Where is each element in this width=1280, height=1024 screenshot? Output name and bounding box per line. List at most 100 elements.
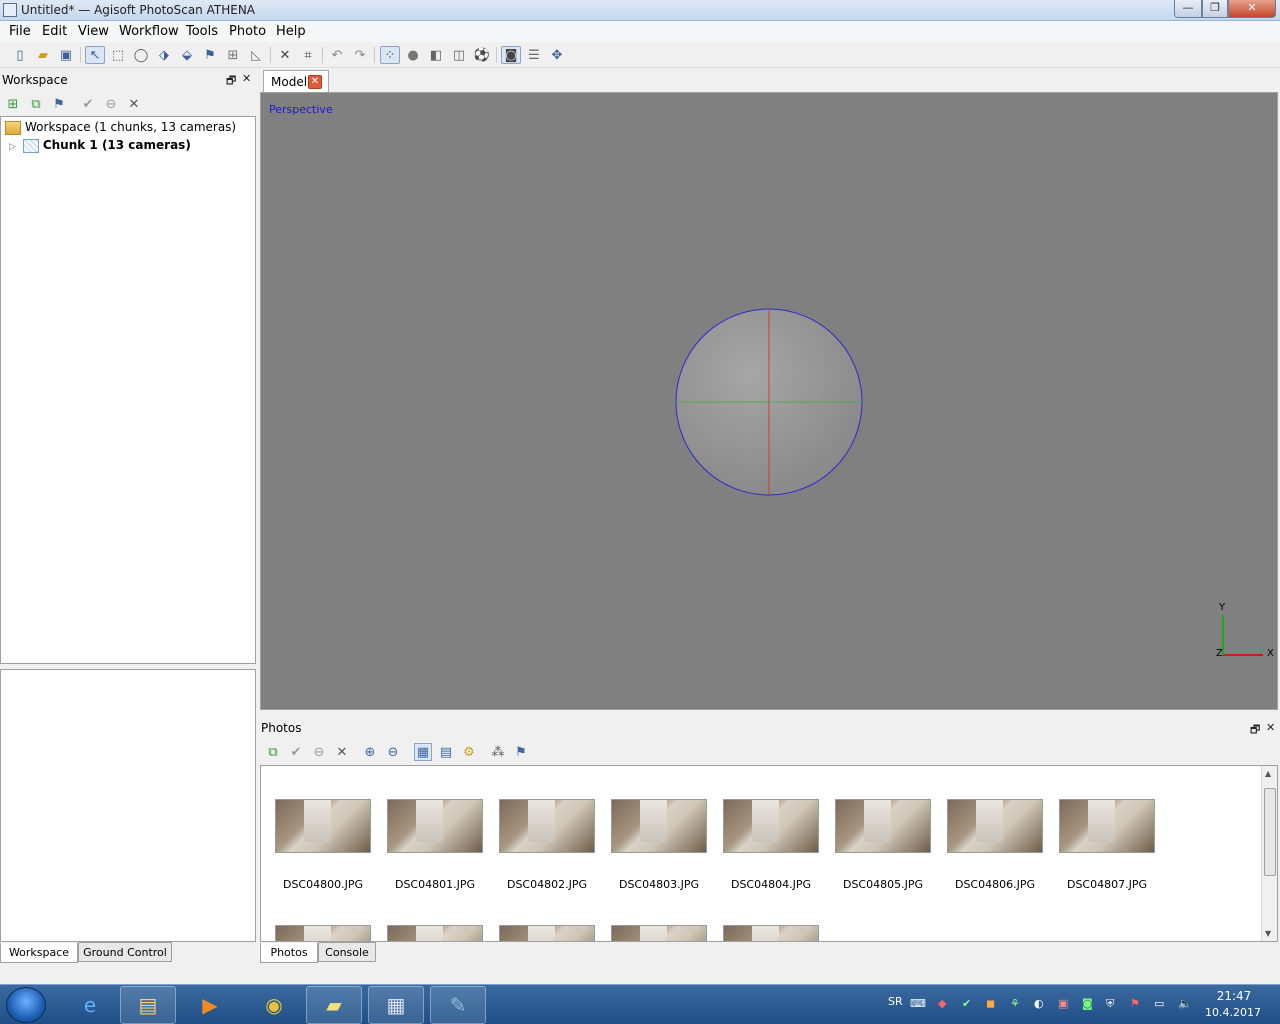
- scroll-down-icon[interactable]: ▼: [1265, 929, 1271, 938]
- filter-by-markers-icon[interactable]: ⁂: [489, 743, 507, 761]
- float-panel-icon[interactable]: 🗗: [226, 72, 236, 91]
- photo-thumbnail[interactable]: [1059, 799, 1155, 853]
- wireframe-model-icon[interactable]: ◫: [449, 46, 469, 64]
- photo-thumbnail[interactable]: [387, 799, 483, 853]
- clock-time[interactable]: 21:47: [1212, 989, 1256, 1003]
- network-icon[interactable]: ▭: [1154, 997, 1164, 1010]
- disable-icon[interactable]: ⊖: [102, 95, 120, 113]
- remove-icon[interactable]: ✕: [125, 95, 143, 113]
- tab-console[interactable]: Console: [318, 942, 376, 962]
- tab-ground-control[interactable]: Ground Control: [78, 942, 172, 962]
- photo-thumbnail[interactable]: [499, 925, 595, 941]
- tray-app-icon[interactable]: ▣: [1058, 997, 1068, 1010]
- details-view-icon[interactable]: ▤: [437, 743, 455, 761]
- shaded-model-icon[interactable]: ●: [403, 46, 423, 64]
- redo-icon[interactable]: ↷: [350, 46, 370, 64]
- tray-app-icon[interactable]: ✔: [962, 997, 971, 1010]
- antivirus-icon[interactable]: ⛨: [1106, 997, 1114, 1011]
- rectangle-selection-icon[interactable]: ⬚: [108, 46, 128, 64]
- show-cameras-icon[interactable]: ◙: [501, 46, 521, 64]
- solid-model-icon[interactable]: ◧: [426, 46, 446, 64]
- start-button[interactable]: [6, 987, 46, 1023]
- language-indicator[interactable]: SR: [888, 995, 903, 1008]
- tree-row-chunk[interactable]: ▷ Chunk 1 (13 cameras): [9, 138, 191, 156]
- photo-thumbnail[interactable]: [723, 925, 819, 941]
- point-cloud-icon[interactable]: ⁘: [380, 46, 400, 64]
- sticky-notes-icon[interactable]: ▰: [306, 986, 362, 1024]
- tray-app-icon[interactable]: ◐: [1034, 997, 1044, 1010]
- nvidia-icon[interactable]: ◙: [1082, 997, 1093, 1010]
- photo-thumbnail[interactable]: [499, 799, 595, 853]
- maximize-button[interactable]: ❐: [1202, 0, 1228, 18]
- remove-icon[interactable]: ✕: [333, 743, 351, 761]
- zoom-out-icon[interactable]: ⊖: [384, 743, 402, 761]
- add-photos-icon[interactable]: ⧉: [27, 95, 45, 113]
- ruler-icon[interactable]: ⊞: [223, 46, 243, 64]
- undo-icon[interactable]: ↶: [327, 46, 347, 64]
- photo-thumbnail[interactable]: [723, 799, 819, 853]
- tray-app-icon[interactable]: ⚘: [1010, 997, 1020, 1010]
- move-region-icon[interactable]: ⬗: [154, 46, 174, 64]
- file-explorer-icon[interactable]: ▤: [120, 986, 176, 1024]
- close-tab-icon[interactable]: ✕: [308, 75, 322, 89]
- photo-thumbnail[interactable]: [275, 799, 371, 853]
- tree-row-workspace[interactable]: Workspace (1 chunks, 13 cameras): [5, 120, 236, 138]
- disable-icon[interactable]: ⊖: [310, 743, 328, 761]
- tray-app-icon[interactable]: ◼: [986, 997, 995, 1010]
- volume-icon[interactable]: 🔈: [1178, 997, 1192, 1010]
- filter-by-point-icon[interactable]: ⚑: [512, 743, 530, 761]
- enable-icon[interactable]: ✔: [287, 743, 305, 761]
- close-button[interactable]: ✕: [1228, 0, 1276, 18]
- photo-thumbnail[interactable]: [947, 799, 1043, 853]
- circle-selection-icon[interactable]: ◯: [131, 46, 151, 64]
- tab-model[interactable]: Model ✕: [263, 70, 329, 92]
- close-panel-icon[interactable]: ✕: [242, 72, 251, 85]
- close-panel-icon[interactable]: ✕: [1266, 721, 1275, 734]
- minimize-button[interactable]: —: [1174, 0, 1202, 18]
- menu-tools[interactable]: Tools: [186, 24, 218, 39]
- resize-region-icon[interactable]: ⬙: [177, 46, 197, 64]
- action-center-icon[interactable]: ⚑: [1130, 997, 1140, 1010]
- thumbnails-view-icon[interactable]: ▦: [414, 743, 432, 761]
- keyboard-icon[interactable]: ⌨: [910, 997, 926, 1010]
- photo-thumbnail[interactable]: [835, 799, 931, 853]
- menu-edit[interactable]: Edit: [42, 24, 67, 39]
- crop-selection-icon[interactable]: ⌗: [298, 46, 318, 64]
- delete-selection-icon[interactable]: ✕: [275, 46, 295, 64]
- photo-thumbnail[interactable]: [611, 925, 707, 941]
- photos-scrollbar[interactable]: ▲ ▼: [1261, 766, 1277, 941]
- menu-photo[interactable]: Photo: [229, 24, 266, 39]
- add-chunk-icon[interactable]: ⊞: [4, 95, 22, 113]
- rotate-region-icon[interactable]: ⚑: [200, 46, 220, 64]
- app-icon[interactable]: [3, 3, 17, 17]
- zoom-in-icon[interactable]: ⊕: [361, 743, 379, 761]
- model-viewport[interactable]: Perspective Y X Z: [260, 92, 1278, 710]
- photo-thumbnail[interactable]: [275, 925, 371, 941]
- scrollbar-thumb[interactable]: [1264, 788, 1276, 876]
- tab-workspace[interactable]: Workspace: [0, 943, 78, 963]
- show-region-icon[interactable]: ☰: [524, 46, 544, 64]
- reset-filter-icon[interactable]: ⚙: [460, 743, 478, 761]
- menu-view[interactable]: View: [78, 24, 109, 39]
- photo-thumbnail[interactable]: [611, 799, 707, 853]
- acrobat-icon[interactable]: ◆: [938, 997, 946, 1010]
- add-folder-icon[interactable]: ⚑: [50, 95, 68, 113]
- measure-icon[interactable]: ◺: [246, 46, 266, 64]
- add-photos-icon[interactable]: ⧉: [264, 743, 282, 761]
- save-icon[interactable]: ▣: [56, 46, 76, 64]
- navigation-cursor-icon[interactable]: ↖: [85, 46, 105, 64]
- open-folder-icon[interactable]: ▰: [33, 46, 53, 64]
- menu-help[interactable]: Help: [276, 24, 306, 39]
- photo-thumbnail[interactable]: [387, 925, 483, 941]
- new-document-icon[interactable]: ▯: [10, 46, 30, 64]
- expand-arrow-icon[interactable]: ▷: [9, 142, 19, 152]
- media-player-icon[interactable]: ▶: [182, 986, 238, 1024]
- enable-icon[interactable]: ✔: [79, 95, 97, 113]
- menu-workflow[interactable]: Workflow: [119, 24, 179, 39]
- scroll-up-icon[interactable]: ▲: [1265, 769, 1271, 778]
- tab-photos[interactable]: Photos: [260, 943, 318, 963]
- clock-date[interactable]: 10.4.2017: [1204, 1006, 1262, 1019]
- movie-maker-icon[interactable]: ▦: [368, 986, 424, 1024]
- chrome-icon[interactable]: ◉: [246, 986, 302, 1024]
- float-panel-icon[interactable]: 🗗: [1250, 721, 1260, 740]
